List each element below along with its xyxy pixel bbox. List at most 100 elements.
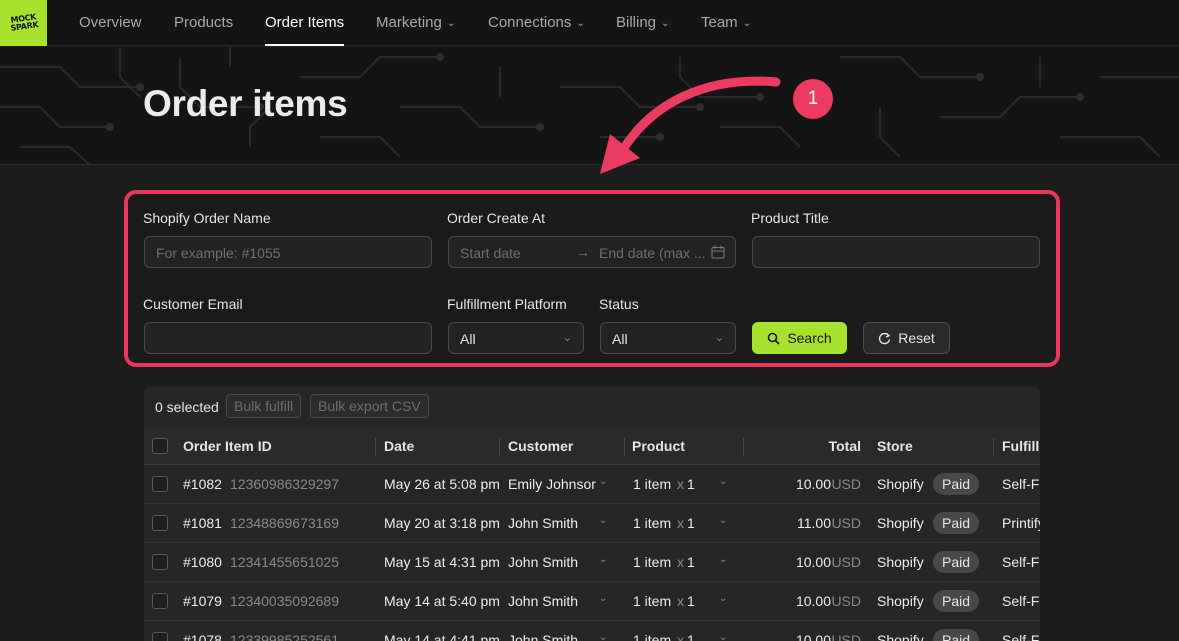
table-row[interactable]: #1080 12341455651025 May 15 at 4:31 pm John… (144, 543, 1040, 582)
row-checkbox[interactable] (152, 554, 168, 570)
table-row[interactable]: #1079 12340035092689 May 14 at 5:40 pm John… (144, 582, 1040, 621)
chevron-down-icon[interactable]: ⌄ (599, 554, 607, 565)
status-label: Status (599, 296, 639, 312)
store-name: Shopify (877, 515, 924, 531)
order-date: May 26 at 5:08 pm (384, 476, 500, 492)
column-header[interactable]: Total (829, 438, 861, 454)
row-checkbox[interactable] (152, 632, 168, 641)
bulk-export-csv-button[interactable]: Bulk export CSV (310, 394, 429, 418)
chevron-down-icon: ⌄ (576, 18, 585, 29)
shopify-order-name-input[interactable]: For example: #1055 (144, 236, 432, 268)
customer-email-input[interactable] (144, 322, 432, 354)
order-items-table: 0 selected Bulk fulfill Bulk export CSV … (144, 386, 1040, 641)
column-header[interactable]: Order Item ID (183, 438, 272, 454)
order-date: May 14 at 4:41 pm (384, 632, 500, 641)
shopify-order-name-placeholder: For example: #1055 (156, 245, 281, 261)
order-number[interactable]: #1079 (183, 593, 222, 609)
calendar-icon (711, 245, 725, 259)
order-number[interactable]: #1078 (183, 632, 222, 641)
chevron-down-icon[interactable]: ⌄ (719, 554, 727, 565)
times-sign: x (677, 632, 684, 641)
row-checkbox[interactable] (152, 476, 168, 492)
currency-code: USD (831, 554, 861, 570)
customer-name: John Smith (508, 554, 579, 570)
product-title-input[interactable] (752, 236, 1040, 268)
nav-order-items[interactable]: Order Items (265, 0, 345, 46)
product-title-label: Product Title (751, 210, 829, 226)
order-item-id: 12360986329297 (230, 476, 340, 492)
order-date: May 20 at 3:18 pm (384, 515, 500, 531)
chevron-down-icon: ⌄ (714, 332, 724, 344)
order-total: 10.00 (795, 476, 831, 492)
table-row[interactable]: #1078 12339985252561 May 14 at 4:41 pm John… (144, 621, 1040, 641)
order-total: 10.00 (795, 632, 831, 641)
date-range-picker[interactable]: Start date → End date (max ... (448, 236, 736, 268)
nav-overview[interactable]: Overview (79, 0, 142, 46)
reset-button[interactable]: Reset (863, 322, 950, 354)
currency-code: USD (831, 476, 861, 492)
order-create-at-label: Order Create At (447, 210, 546, 226)
column-header[interactable]: Store (877, 438, 913, 454)
fulfillment-platform-select[interactable]: All ⌄ (448, 322, 584, 354)
mockspark-logo[interactable]: MOCK SPARK (0, 0, 47, 46)
page-title: Order items (143, 83, 348, 124)
customer-name: John Smith (508, 593, 579, 609)
shopify-order-name-label: Shopify Order Name (143, 210, 271, 226)
nav-connections[interactable]: Connections ⌄ (488, 0, 585, 46)
order-total: 10.00 (795, 593, 831, 609)
customer-name: Emily Johnsor (508, 476, 596, 492)
chevron-down-icon: ⌄ (742, 18, 752, 29)
nav-marketing[interactable]: Marketing ⌄ (376, 0, 455, 46)
chevron-down-icon[interactable]: ⌄ (719, 476, 727, 487)
chevron-down-icon[interactable]: ⌄ (719, 632, 727, 641)
chevron-down-icon[interactable]: ⌄ (599, 632, 607, 641)
end-date-placeholder[interactable]: End date (max ... (599, 245, 706, 261)
reload-icon (879, 332, 891, 344)
order-total: 10.00 (795, 554, 831, 570)
product-count: 1 item (633, 632, 672, 641)
selected-count: 0 selected (155, 399, 219, 415)
order-number[interactable]: #1082 (183, 476, 222, 492)
column-header[interactable]: Date (384, 438, 414, 454)
arrow-right-icon: → (576, 244, 590, 260)
times-sign: x (677, 593, 684, 609)
customer-name: John Smith (508, 632, 579, 641)
fulfillment-platform: Self-Fu (1002, 593, 1040, 609)
table-row[interactable]: #1082 12360986329297 May 26 at 5:08 pm Emil… (144, 465, 1040, 504)
column-header[interactable]: Fulfillm (1002, 438, 1040, 454)
bulk-fulfill-button[interactable]: Bulk fulfill (226, 394, 302, 418)
column-header[interactable]: Customer (508, 438, 573, 454)
nav-products[interactable]: Products (174, 0, 233, 46)
row-checkbox[interactable] (152, 593, 168, 609)
product-quantity: 1 (687, 632, 695, 641)
order-date: May 14 at 5:40 pm (384, 593, 500, 609)
chevron-down-icon[interactable]: ⌄ (599, 593, 607, 604)
chevron-down-icon[interactable]: ⌄ (599, 515, 607, 526)
times-sign: x (677, 554, 684, 570)
status-badge: Paid (933, 551, 980, 573)
table-row[interactable]: #1081 12348869673169 May 20 at 3:18 pm John… (144, 504, 1040, 543)
product-quantity: 1 (687, 554, 695, 570)
chevron-down-icon[interactable]: ⌄ (719, 515, 727, 526)
product-count: 1 item (633, 554, 672, 570)
fulfillment-platform: Self-Fu (1002, 554, 1040, 570)
step-badge: 1 (793, 79, 833, 119)
nav-billing[interactable]: Billing ⌄ (616, 0, 669, 46)
order-total: 11.00 (797, 515, 831, 531)
chevron-down-icon[interactable]: ⌄ (719, 593, 727, 604)
start-date-placeholder[interactable]: Start date (460, 245, 521, 261)
search-button[interactable]: Search (752, 322, 847, 354)
store-name: Shopify (877, 632, 924, 641)
annotation-arrow-icon (600, 76, 781, 174)
column-header[interactable]: Product (632, 438, 685, 454)
chevron-down-icon[interactable]: ⌄ (599, 476, 607, 487)
select-all-checkbox[interactable] (152, 438, 168, 454)
status-select[interactable]: All ⌄ (600, 322, 736, 354)
row-checkbox[interactable] (152, 515, 168, 531)
chevron-down-icon: ⌄ (661, 18, 670, 29)
times-sign: x (677, 476, 684, 492)
order-number[interactable]: #1080 (183, 554, 222, 570)
order-number[interactable]: #1081 (183, 515, 222, 531)
nav-team[interactable]: Team ⌄ (701, 0, 751, 46)
status-badge: Paid (933, 629, 980, 641)
